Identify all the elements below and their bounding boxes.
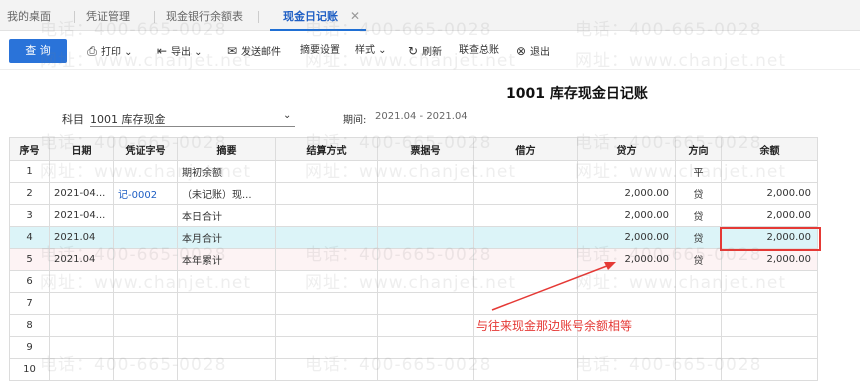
annotation-text: 与往来现金那边账号余额相等	[476, 319, 633, 333]
arrow-line	[491, 263, 613, 311]
page: 我的桌面 凭证管理 现金银行余额表 现金日记账 ✕ 查 询 ⎙ 打印 ⌄ ⇤ 导出 …	[0, 0, 860, 389]
annotation-arrow	[491, 262, 616, 311]
